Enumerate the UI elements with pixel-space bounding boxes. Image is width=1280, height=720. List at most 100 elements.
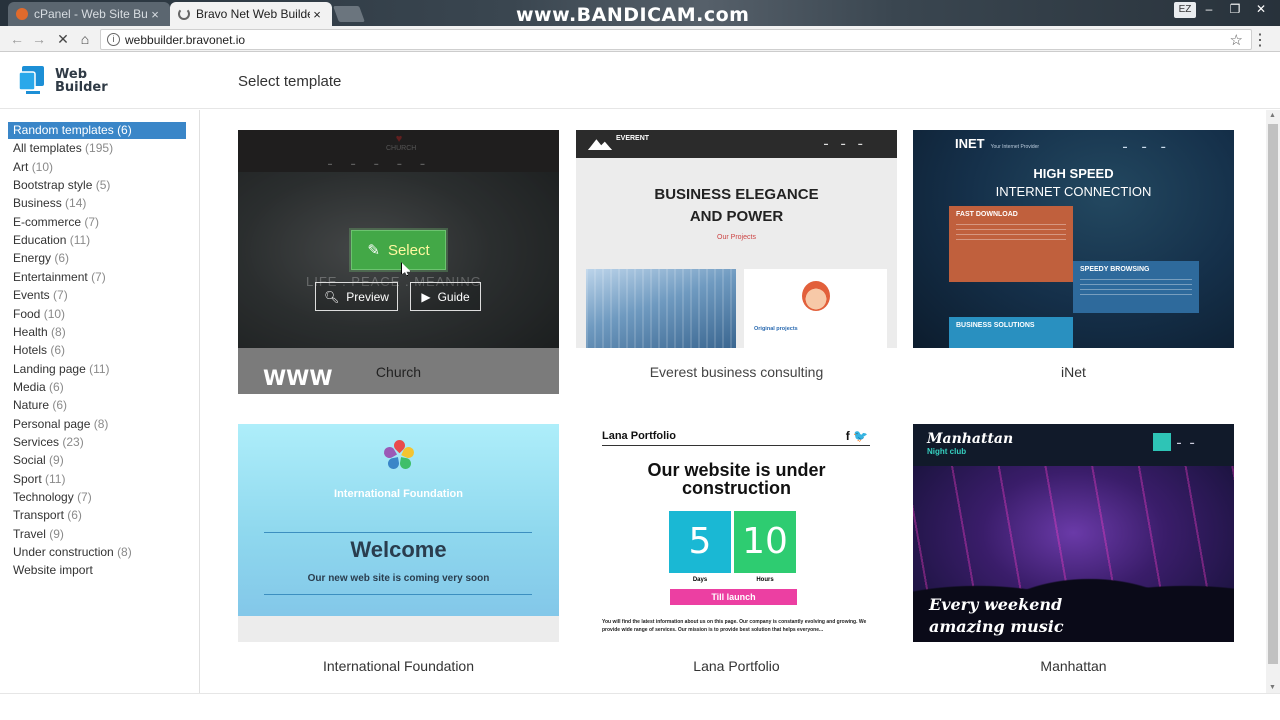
category-item[interactable]: Art (10) <box>8 159 186 176</box>
vertical-scrollbar[interactable]: ▲ ▼ <box>1266 110 1280 693</box>
category-count: (11) <box>45 471 66 486</box>
category-item[interactable]: All templates (195) <box>8 140 186 157</box>
category-item[interactable]: Entertainment (7) <box>8 269 186 286</box>
template-card-everest[interactable]: EVERENT ▬ ▬ ▬ BUSINESS ELEGANCE AND POWE… <box>576 130 897 394</box>
browser-toolbar: ← → ✕ ⌂ i webbuilder.bravonet.io ☆ ⋮ <box>0 26 1280 52</box>
template-card-international-foundation[interactable]: International Foundation Welcome Our new… <box>238 424 559 688</box>
template-thumbnail[interactable]: ♥ CHURCH ▬ ▬ ▬ ▬ ▬ LIFE . PEACE . MEANING… <box>238 130 559 348</box>
category-item[interactable]: Services (23) <box>8 434 186 451</box>
template-name[interactable]: iNet <box>913 364 1234 380</box>
everest-project-card: Original projects <box>744 269 887 348</box>
guide-button[interactable]: ▶ Guide <box>410 282 481 311</box>
category-item[interactable]: Bootstrap style (5) <box>8 177 186 194</box>
scroll-up-icon[interactable]: ▲ <box>1269 112 1276 119</box>
category-item[interactable]: Random templates (6) <box>8 122 186 139</box>
scroll-down-icon[interactable]: ▼ <box>1269 684 1276 691</box>
template-card-inet[interactable]: INET Your Internet Provider ▬ ▬ ▬ HIGH SP… <box>913 130 1234 394</box>
tab-cpanel[interactable]: cPanel - Web Site Builder × <box>8 2 170 26</box>
home-icon[interactable]: ⌂ <box>76 30 94 48</box>
category-item[interactable]: Transport (6) <box>8 507 186 524</box>
back-icon[interactable]: ← <box>8 30 26 48</box>
forward-icon[interactable]: → <box>30 30 48 48</box>
category-count: (8) <box>93 416 109 431</box>
category-name: Media <box>13 379 46 394</box>
category-item[interactable]: Nature (6) <box>8 397 186 414</box>
category-item[interactable]: Under construction (8) <box>8 544 186 561</box>
profile-button[interactable]: EZ <box>1174 2 1196 18</box>
category-item[interactable]: Energy (6) <box>8 250 186 267</box>
category-item[interactable]: Education (11) <box>8 232 186 249</box>
template-thumbnail[interactable]: EVERENT ▬ ▬ ▬ BUSINESS ELEGANCE AND POWE… <box>576 130 897 348</box>
category-item[interactable]: E-commerce (7) <box>8 214 186 231</box>
category-name: Hotels <box>13 343 48 358</box>
scrollbar-thumb[interactable] <box>1268 124 1278 664</box>
category-item[interactable]: Food (10) <box>8 306 186 323</box>
category-name: Food <box>13 306 41 321</box>
url-text[interactable]: webbuilder.bravonet.io <box>125 33 245 47</box>
headline-line-1: HIGH SPEED <box>1033 166 1114 181</box>
guide-label: Guide <box>437 289 470 304</box>
brand-tagline: Night club <box>927 447 967 456</box>
category-item[interactable]: Technology (7) <box>8 489 186 506</box>
template-thumbnail[interactable]: International Foundation Welcome Our new… <box>238 424 559 642</box>
close-window-icon[interactable]: ✕ <box>1250 2 1272 16</box>
new-tab-button[interactable] <box>333 6 365 22</box>
category-item[interactable]: Website import <box>8 562 186 579</box>
select-template-button[interactable]: ✎ Select <box>351 230 446 270</box>
category-item[interactable]: Personal page (8) <box>8 416 186 433</box>
tab-bravo-net[interactable]: Bravo Net Web Builder × <box>170 2 332 26</box>
category-name: Travel <box>13 526 46 541</box>
category-item[interactable]: Travel (9) <box>8 526 186 543</box>
template-card-manhattan[interactable]: Manhattan Night club ▬ ▬ Every weekend am… <box>913 424 1234 688</box>
template-name[interactable]: Manhattan <box>913 658 1234 674</box>
category-item[interactable]: Landing page (11) <box>8 361 186 378</box>
headline-line-2: AND POWER <box>689 208 784 225</box>
page-bottom-bar <box>0 693 1280 720</box>
template-name[interactable]: Everest business consulting <box>576 364 897 380</box>
bookmark-star-icon[interactable]: ☆ <box>1230 31 1243 49</box>
template-name[interactable]: International Foundation <box>238 658 559 674</box>
close-tab-icon[interactable]: × <box>310 7 324 22</box>
template-thumbnail[interactable]: Manhattan Night club ▬ ▬ Every weekend am… <box>913 424 1234 642</box>
category-name: Entertainment <box>13 269 88 284</box>
category-item[interactable]: Hotels (6) <box>8 342 186 359</box>
template-thumbnail[interactable]: Lana Portfolio f 🐦 Our website is under … <box>576 424 897 642</box>
category-item[interactable]: Media (6) <box>8 379 186 396</box>
site-info-icon[interactable]: i <box>107 33 120 46</box>
stop-icon[interactable]: ✕ <box>54 30 72 48</box>
minimize-icon[interactable]: – <box>1198 2 1220 16</box>
box-title: FAST DOWNLOAD <box>956 211 1018 218</box>
template-thumbnail[interactable]: INET Your Internet Provider ▬ ▬ ▬ HIGH SP… <box>913 130 1234 348</box>
brand-tagline: Your Internet Provider <box>990 144 1040 150</box>
coming-soon-text: Our new web site is coming very soon <box>307 573 490 584</box>
till-launch-button: Till launch <box>670 589 797 605</box>
hours-label: Hours <box>756 577 774 583</box>
category-count: (7) <box>77 490 92 504</box>
template-name[interactable]: Lana Portfolio <box>576 658 897 674</box>
headline-line-1: BUSINESS ELEGANCE <box>654 186 819 203</box>
category-item[interactable]: Sport (11) <box>8 471 186 488</box>
box-title: BUSINESS SOLUTIONS <box>956 322 1035 329</box>
template-card-church[interactable]: ♥ CHURCH ▬ ▬ ▬ ▬ ▬ LIFE . PEACE . MEANING… <box>238 130 559 394</box>
address-bar[interactable]: i webbuilder.bravonet.io ☆ <box>100 29 1252 50</box>
close-tab-icon[interactable]: × <box>148 7 162 22</box>
category-item[interactable]: Events (7) <box>8 287 186 304</box>
web-builder-logo[interactable]: Web Builder <box>18 62 108 102</box>
page-title: Select template <box>238 73 342 90</box>
category-count: (6) <box>67 508 82 523</box>
search-icon: 🔍︎ <box>324 289 340 304</box>
category-item[interactable]: Business (14) <box>8 195 186 212</box>
category-name: Events <box>13 288 50 303</box>
template-card-lana-portfolio[interactable]: Lana Portfolio f 🐦 Our website is under … <box>576 424 897 688</box>
category-item[interactable]: Health (8) <box>8 324 186 341</box>
category-item[interactable]: Social (9) <box>8 452 186 469</box>
maximize-icon[interactable]: ❐ <box>1224 2 1246 16</box>
mountain-logo-icon <box>588 139 612 150</box>
feature-box-fast-download: FAST DOWNLOAD <box>949 206 1073 282</box>
everest-headline: BUSINESS ELEGANCE AND POWER <box>576 184 897 228</box>
category-count: (7) <box>53 288 68 303</box>
everest-brand: EVERENT <box>616 135 650 142</box>
preview-button[interactable]: 🔍︎ Preview <box>315 282 398 311</box>
tab-title: cPanel - Web Site Builder <box>34 7 148 21</box>
browser-menu-icon[interactable]: ⋮ <box>1252 30 1268 50</box>
